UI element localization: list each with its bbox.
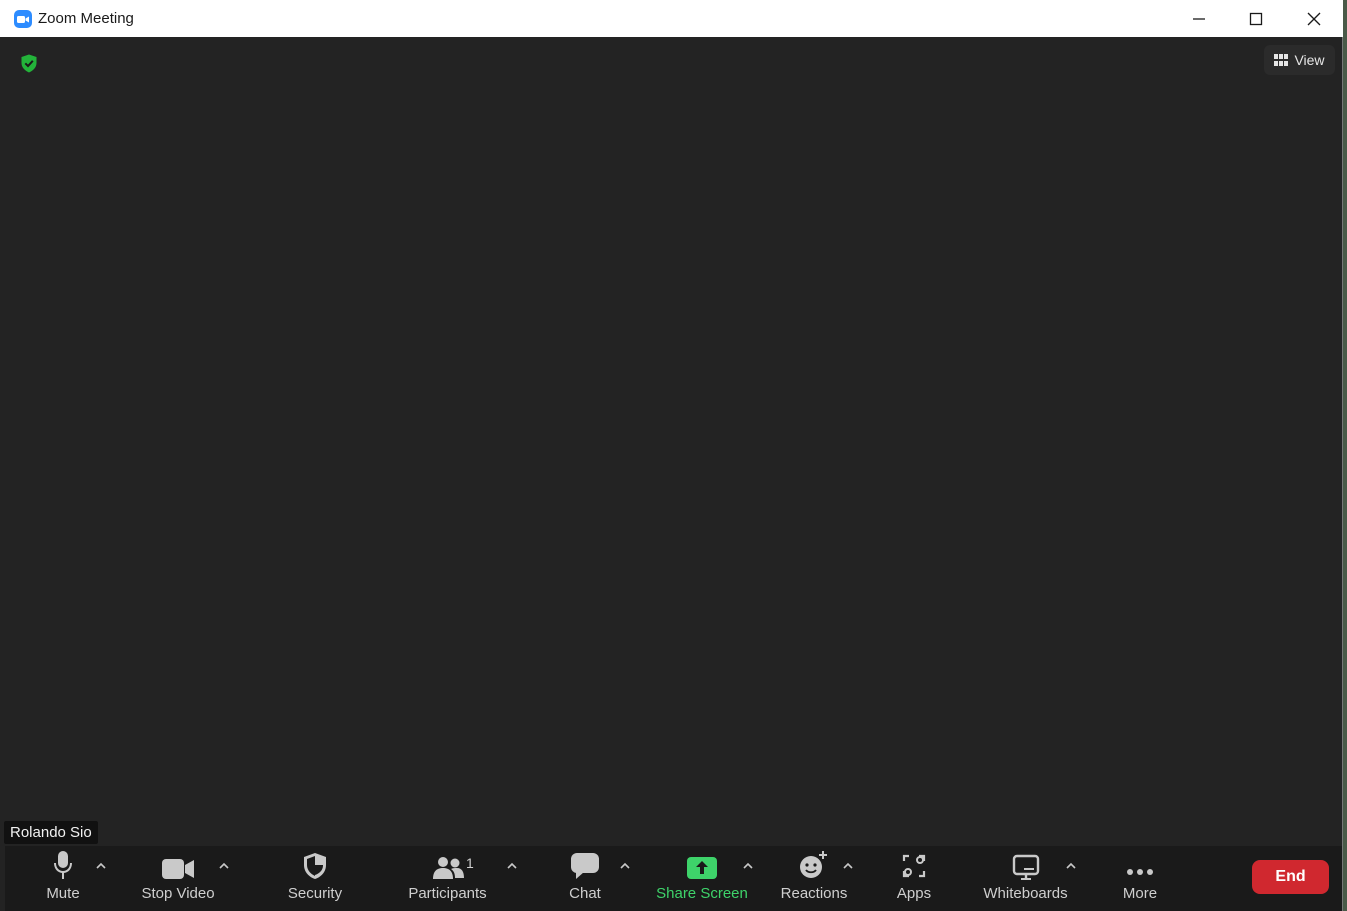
apps-label: Apps xyxy=(896,885,932,902)
video-stage xyxy=(5,37,1342,846)
minimize-icon xyxy=(1193,17,1205,20)
mute-button[interactable]: Mute xyxy=(33,846,93,908)
stop-video-button[interactable]: Stop Video xyxy=(133,846,223,908)
close-button[interactable] xyxy=(1285,0,1343,37)
end-meeting-button[interactable]: End xyxy=(1252,860,1329,894)
chat-label: Chat xyxy=(569,885,601,902)
whiteboards-label: Whiteboards xyxy=(983,885,1068,902)
whiteboard-icon xyxy=(1012,854,1039,880)
participant-name-tag: Rolando Sio xyxy=(4,821,98,844)
participants-options-caret[interactable] xyxy=(506,860,518,870)
chat-options-caret[interactable] xyxy=(619,860,631,870)
window-title: Zoom Meeting xyxy=(38,10,134,27)
zoom-window: Zoom Meeting View Rolando Sio Mute Stop … xyxy=(0,0,1343,911)
share-arrow-icon xyxy=(687,857,717,879)
security-button[interactable]: Security xyxy=(279,846,351,908)
participants-count-badge: 1 xyxy=(466,855,474,871)
maximize-button[interactable] xyxy=(1227,0,1285,37)
stop-video-label: Stop Video xyxy=(141,885,215,902)
video-options-caret[interactable] xyxy=(218,860,230,870)
more-dots-icon xyxy=(1127,869,1153,875)
apps-icon xyxy=(902,854,926,878)
emoji-plus-icon xyxy=(800,851,827,878)
view-button[interactable]: View xyxy=(1264,45,1335,75)
more-label: More xyxy=(1122,885,1158,902)
share-screen-button[interactable]: Share Screen xyxy=(652,846,752,908)
audio-options-caret[interactable] xyxy=(95,860,107,870)
chat-button[interactable]: Chat xyxy=(560,846,610,908)
chevron-up-icon xyxy=(743,862,753,869)
participants-label: Participants xyxy=(408,885,487,902)
share-screen-label: Share Screen xyxy=(656,885,748,902)
more-button[interactable]: More xyxy=(1112,846,1168,908)
shield-check-icon[interactable] xyxy=(20,54,38,73)
title-bar: Zoom Meeting xyxy=(0,0,1343,37)
chevron-up-icon xyxy=(219,862,229,869)
shield-icon xyxy=(304,853,326,879)
microphone-icon xyxy=(54,851,72,879)
minimize-button[interactable] xyxy=(1170,0,1228,37)
grid-icon xyxy=(1274,54,1289,66)
zoom-camera-icon xyxy=(14,10,32,28)
chevron-up-icon xyxy=(507,862,517,869)
chevron-up-icon xyxy=(1066,862,1076,869)
participants-button[interactable]: Participants xyxy=(400,846,495,908)
chevron-up-icon xyxy=(843,862,853,869)
people-icon xyxy=(432,857,464,879)
reactions-options-caret[interactable] xyxy=(842,860,854,870)
mute-label: Mute xyxy=(46,885,80,902)
whiteboards-button[interactable]: Whiteboards xyxy=(978,846,1073,908)
chevron-up-icon xyxy=(96,862,106,869)
chat-bubble-icon xyxy=(571,853,599,879)
chevron-up-icon xyxy=(620,862,630,869)
share-options-caret[interactable] xyxy=(742,860,754,870)
view-label: View xyxy=(1294,52,1325,68)
video-camera-icon xyxy=(162,859,194,879)
close-icon xyxy=(1307,12,1321,25)
reactions-label: Reactions xyxy=(780,885,848,902)
apps-button[interactable]: Apps xyxy=(889,846,939,908)
security-label: Security xyxy=(287,885,343,902)
maximize-icon xyxy=(1249,12,1263,25)
reactions-button[interactable]: Reactions xyxy=(775,846,853,908)
whiteboards-options-caret[interactable] xyxy=(1065,860,1077,870)
